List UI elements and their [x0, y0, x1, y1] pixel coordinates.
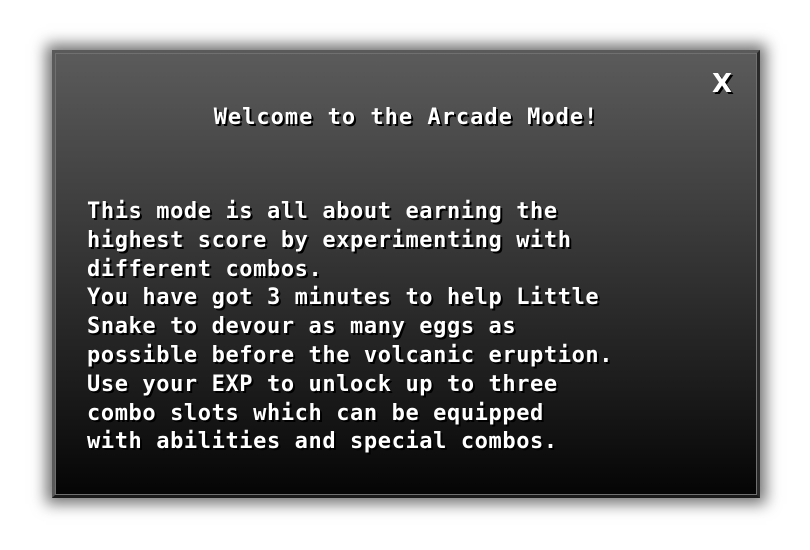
body-line: You have got 3 minutes to help Little: [87, 285, 600, 311]
body-line: different combos.: [87, 256, 323, 282]
dialog-body: This mode is all about earning the highe…: [87, 198, 727, 457]
body-line: highest score by experimenting with: [87, 227, 572, 253]
close-button[interactable]: X: [709, 71, 735, 97]
arcade-mode-dialog: X Welcome to the Arcade Mode! This mode …: [52, 50, 760, 498]
dialog-title: Welcome to the Arcade Mode!: [213, 105, 599, 130]
body-line: with abilities and special combos.: [87, 429, 558, 455]
body-line: possible before the volcanic eruption.: [87, 342, 614, 368]
body-line: This mode is all about earning the: [87, 199, 558, 224]
body-line: combo slots which can be equipped: [87, 400, 544, 426]
body-line: Use your EXP to unlock up to three: [87, 371, 558, 397]
body-line: Snake to devour as many eggs as: [87, 314, 517, 340]
